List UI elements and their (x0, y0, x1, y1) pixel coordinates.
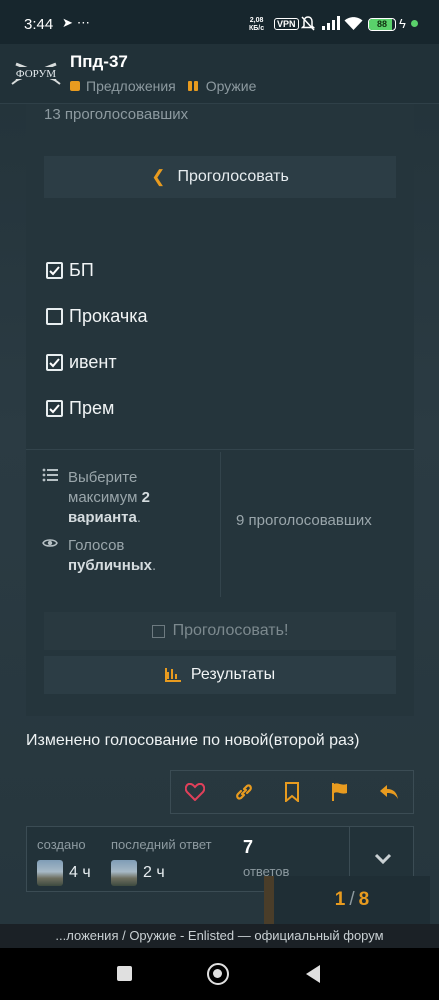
category-badge-icon (70, 81, 80, 91)
network-speed: 2,08 КБ/с (249, 17, 265, 32)
chevron-down-icon (374, 853, 391, 865)
post-progress[interactable]: 1 / 8 (264, 876, 430, 924)
notification-dot (411, 20, 418, 27)
forum-logo[interactable]: ФОРУМ (10, 54, 62, 94)
checkbox-checked-icon[interactable] (46, 354, 63, 371)
checkbox-unchecked-icon[interactable] (46, 308, 63, 325)
bookmark-icon[interactable] (277, 777, 307, 807)
poll-options: БП Прокачка ивент Прем (26, 232, 414, 450)
checkbox-checked-icon[interactable] (46, 400, 63, 417)
status-bar: 3:44 ➤⋯ 2,08 КБ/с VPN 88 ϟ (0, 0, 439, 44)
topic-last-reply: последний ответ 2 ч (111, 837, 212, 886)
recent-apps-button[interactable] (117, 966, 132, 981)
poll-option[interactable]: БП (46, 260, 94, 281)
wifi-icon (344, 16, 363, 35)
back-button[interactable] (306, 965, 320, 983)
eye-icon (42, 536, 62, 576)
telegram-icon: ➤ (62, 15, 77, 30)
poll-divider (220, 452, 221, 597)
poll-option[interactable]: Прокачка (46, 306, 148, 327)
forum-header: ФОРУМ Ппд-37 Предложения Оружие (0, 44, 439, 104)
vpn-badge: VPN (274, 18, 299, 30)
checkbox-icon (151, 624, 165, 638)
crumb-weapons[interactable]: Оружие (187, 78, 256, 94)
list-icon (42, 468, 62, 528)
topic-replies: 7 ответов (243, 837, 290, 879)
poll-max-choice-info: Выберите максимум 2 варианта. (42, 468, 150, 528)
heart-icon[interactable] (180, 777, 210, 807)
poll-info: Выберите максимум 2 варианта. Голосов пу… (26, 452, 220, 597)
notification-icons: ➤⋯ (62, 15, 94, 31)
more-icon: ⋯ (76, 15, 94, 30)
flag-icon[interactable] (325, 777, 355, 807)
topic-title[interactable]: Ппд-37 (70, 52, 128, 72)
poll-option[interactable]: ивент (46, 352, 117, 373)
bar-chart-icon (164, 668, 181, 682)
post-actions (170, 770, 414, 814)
svg-text:ФОРУМ: ФОРУМ (16, 68, 56, 80)
clock: 3:44 (24, 16, 54, 33)
battery-indicator: 88 (368, 18, 396, 31)
breadcrumb: Предложения Оружие (70, 78, 268, 94)
mute-icon (300, 16, 316, 35)
poll-voters-total: 9 проголосовавших (236, 512, 372, 529)
back-to-vote-button[interactable]: ❮ Проголосовать (44, 156, 396, 198)
results-button[interactable]: Результаты (44, 656, 396, 694)
signal-icon (322, 16, 340, 34)
crumb-suggestions[interactable]: Предложения (70, 78, 176, 94)
home-button[interactable] (207, 963, 229, 985)
link-icon[interactable] (229, 777, 259, 807)
poll-voters-count: 13 проголосовавших (44, 106, 189, 123)
page-title-bar: ...ложения / Оружие - Enlisted — официал… (0, 924, 439, 948)
chevron-left-icon: ❮ (151, 167, 166, 186)
avatar[interactable] (37, 860, 63, 886)
topic-created: создано 4 ч (37, 837, 91, 886)
poll-public-info: Голосов публичных. (42, 536, 156, 576)
subcategory-badge-icon (187, 81, 200, 91)
reply-icon[interactable] (374, 777, 404, 807)
poll-option[interactable]: Прем (46, 398, 114, 419)
avatar[interactable] (111, 860, 137, 886)
checkbox-checked-icon[interactable] (46, 262, 63, 279)
cast-vote-button[interactable]: Проголосовать! (44, 612, 396, 650)
post-body: Изменено голосование по новой(второй раз… (26, 732, 360, 749)
charging-icon: ϟ (399, 16, 406, 31)
